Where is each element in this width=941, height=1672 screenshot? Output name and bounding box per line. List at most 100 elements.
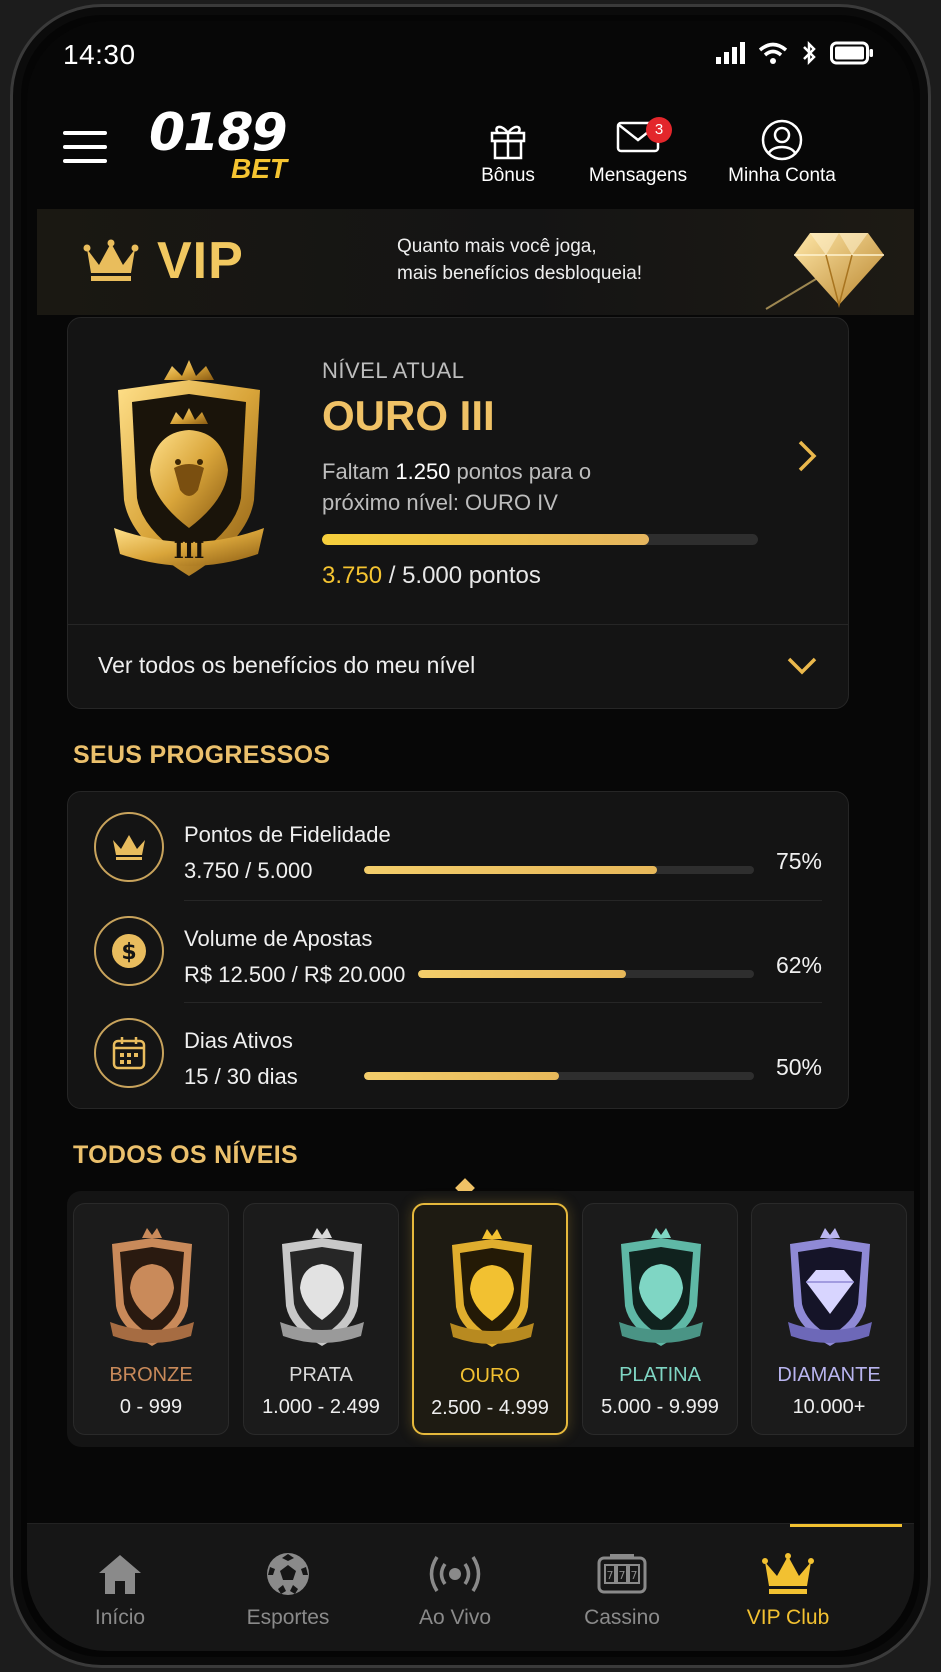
level-progress-fill (322, 534, 649, 545)
messages-badge: 3 (646, 117, 672, 143)
nav-sports[interactable]: Esportes (213, 1546, 363, 1630)
current-level-card[interactable]: III NÍVEL ATUAL OURO III Faltam 1.250 po… (67, 317, 849, 709)
chevron-right-icon[interactable] (796, 438, 818, 474)
status-bar: 14:30 (27, 21, 914, 91)
desc-prefix: Faltam (322, 459, 396, 484)
nav-label: Cassino (584, 1606, 660, 1629)
level-tile-name: OURO (460, 1365, 520, 1387)
battery-icon (830, 41, 873, 65)
signal-icon (716, 42, 745, 64)
progress-name: Dias Ativos (184, 1028, 293, 1053)
logo-bet: BET (231, 153, 287, 184)
progress-icon-circle (94, 1018, 164, 1088)
level-tile-name: BRONZE (109, 1364, 193, 1386)
nav-home[interactable]: Início (45, 1546, 195, 1630)
points-current: 3.750 (322, 562, 383, 589)
progress-value: 15 / 30 dias (184, 1064, 298, 1089)
divider (68, 624, 848, 625)
progress-icon-circle (94, 812, 164, 882)
screen: 14:30 0189 BET Bônus 3 Mensagens Minha C… (27, 21, 914, 1651)
levels-carousel[interactable]: BRONZE 0 - 999 PRATA 1.000 - 2.499 OURO … (67, 1191, 914, 1447)
vip-subtitle: Quanto mais você joga, mais benefícios d… (397, 233, 642, 287)
progress-row: $ Volume de Apostas R$ 12.500 / R$ 20.00… (68, 900, 848, 1002)
dollar-coin-icon: $ (112, 934, 146, 968)
nav-vip-club[interactable]: VIP Club (713, 1546, 863, 1630)
level-tile-range: 1.000 - 2.499 (262, 1396, 380, 1418)
account-button[interactable]: Minha Conta (717, 115, 847, 187)
level-progress-bar (322, 534, 758, 545)
messages-label: Mensagens (588, 165, 688, 186)
vip-title: VIP (83, 231, 244, 291)
status-time: 14:30 (63, 39, 136, 70)
wifi-icon (758, 42, 788, 64)
current-level-label: NÍVEL ATUAL (322, 358, 465, 383)
bottom-navigation: Início Esportes Ao Vivo 777 Cassino VIP … (27, 1523, 914, 1651)
lion-shield-icon (280, 1228, 364, 1346)
bonus-label: Bônus (481, 165, 535, 186)
crown-icon (83, 239, 139, 281)
level-points: 3.750 / 5.000 pontos (322, 562, 541, 590)
progress-row: Pontos de Fidelidade 3.750 / 5.000 75% (68, 796, 848, 898)
slot-machine-icon: 777 (597, 1554, 647, 1594)
nav-label: Início (94, 1606, 146, 1629)
level-tile-diamond[interactable]: DIAMANTE 10.000+ (751, 1203, 907, 1435)
phone-frame: 14:30 0189 BET Bônus 3 Mensagens Minha C… (10, 4, 931, 1668)
chevron-down-icon (787, 657, 817, 674)
messages-button[interactable]: 3 Mensagens (573, 115, 703, 187)
lion-shield-badge-icon: III (114, 360, 264, 576)
nav-label: Ao Vivo (419, 1606, 491, 1629)
logo-number: 0189 (149, 103, 288, 163)
crown-icon (762, 1553, 814, 1594)
progress-row: Dias Ativos 15 / 30 dias 50% (68, 1002, 848, 1104)
progress-percent: 50% (775, 1054, 822, 1080)
svg-text:7: 7 (631, 1569, 638, 1582)
nav-label: VIP Club (746, 1606, 830, 1629)
nav-casino[interactable]: 777 Cassino (547, 1546, 697, 1630)
gift-icon (490, 125, 526, 160)
progress-card: Pontos de Fidelidade 3.750 / 5.000 75% $… (67, 791, 849, 1109)
level-tile-gold[interactable]: OURO 2.500 - 4.999 (412, 1203, 568, 1435)
calendar-icon (112, 1037, 146, 1070)
progress-value: R$ 12.500 / R$ 20.000 (184, 962, 406, 987)
lion-shield-icon (619, 1228, 703, 1346)
diamond-gem-icon (765, 233, 884, 310)
points-total: / 5.000 pontos (382, 562, 541, 589)
svg-text:7: 7 (607, 1569, 614, 1582)
user-account-icon (761, 119, 803, 161)
level-tile-name: DIAMANTE (777, 1364, 881, 1386)
level-tile-bronze[interactable]: BRONZE 0 - 999 (73, 1203, 229, 1435)
svg-text:$: $ (121, 940, 136, 965)
brand-logo[interactable]: 0189 BET (149, 103, 288, 184)
svg-text:7: 7 (619, 1569, 626, 1582)
level-tile-silver[interactable]: PRATA 1.000 - 2.499 (243, 1203, 399, 1435)
nav-live[interactable]: Ao Vivo (380, 1546, 530, 1630)
app-header: 0189 BET Bônus 3 Mensagens Minha Conta (27, 99, 914, 209)
progress-icon-circle: $ (94, 916, 164, 986)
progress-value: 3.750 / 5.000 (184, 858, 313, 883)
soccer-ball-icon (267, 1553, 309, 1595)
lion-shield-icon (450, 1229, 534, 1347)
nav-label: Esportes (246, 1606, 330, 1629)
level-tile-range: 5.000 - 9.999 (601, 1396, 719, 1418)
level-tile-name: PLATINA (619, 1364, 701, 1386)
progress-percent: 75% (775, 848, 822, 874)
progress-fill (364, 866, 657, 874)
crown-icon (113, 835, 145, 860)
progress-bar (364, 866, 754, 874)
hamburger-menu-icon[interactable] (63, 131, 107, 167)
level-tile-range: 0 - 999 (119, 1396, 183, 1418)
account-label: Minha Conta (728, 165, 836, 186)
benefits-toggle[interactable]: Ver todos os benefícios do meu nível (98, 652, 818, 679)
points-remaining: 1.250 (395, 459, 451, 484)
progress-name: Volume de Apostas (184, 926, 373, 951)
level-tile-platinum[interactable]: PLATINA 5.000 - 9.999 (582, 1203, 738, 1435)
progress-percent: 62% (775, 952, 822, 978)
vip-subtitle-line1: Quanto mais você joga, (397, 236, 597, 257)
progress-name: Pontos de Fidelidade (184, 822, 391, 847)
progress-section-title: SEUS PROGRESSOS (73, 741, 331, 769)
progress-fill (364, 1072, 559, 1080)
next-level-description: Faltam 1.250 pontos para o próximo nível… (322, 456, 642, 518)
status-icons (716, 41, 874, 65)
bonus-button[interactable]: Bônus (463, 115, 553, 187)
level-tile-name: PRATA (289, 1364, 353, 1386)
